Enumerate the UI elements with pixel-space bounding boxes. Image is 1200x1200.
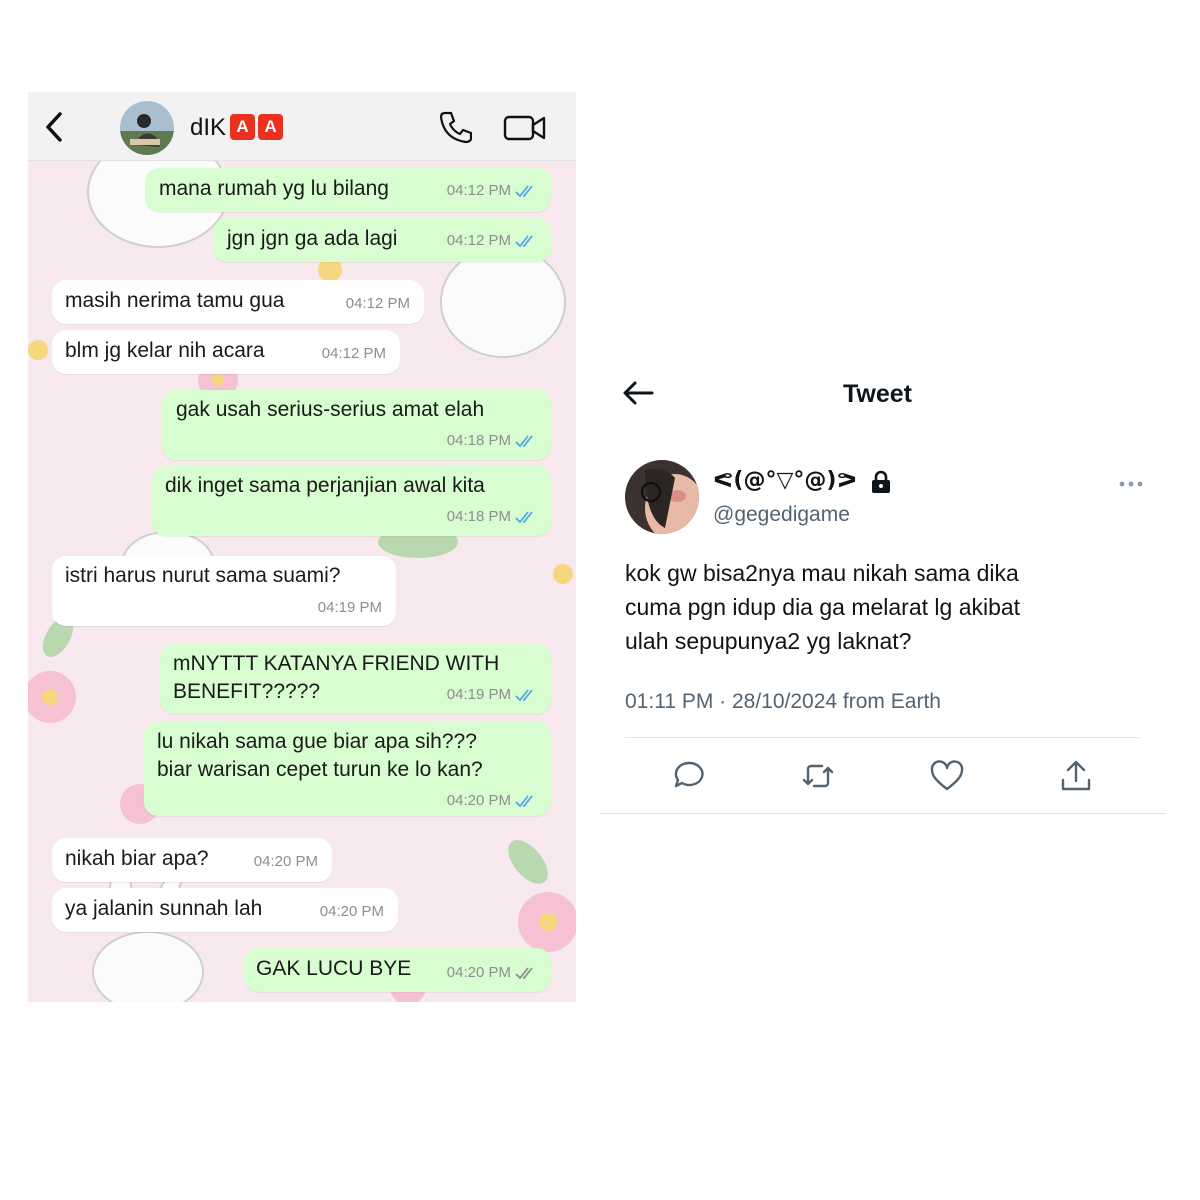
share-icon[interactable] — [1058, 758, 1094, 794]
reply-icon[interactable] — [671, 758, 707, 794]
delivered-receipt-icon — [515, 966, 533, 979]
a-button-emoji: A — [258, 114, 283, 140]
message-time: 04:12 PM — [345, 295, 410, 312]
message-time: 04:12 PM — [446, 232, 511, 249]
message-bubble[interactable]: blm jg kelar nih acara 04:12 PM — [52, 330, 400, 374]
message-time: 04:20 PM — [253, 853, 318, 870]
user-handle[interactable]: @gegedigame — [713, 503, 850, 527]
read-receipt-icon — [515, 234, 533, 247]
divider — [625, 737, 1140, 738]
message-text: masih nerima tamu gua — [65, 289, 285, 312]
message-time: 04:18 PM — [446, 432, 511, 449]
name-emoji-badges: A A — [230, 114, 283, 140]
chat-screenshot: dIK A A mana rumah yg lu bilang 04:12 PM… — [28, 92, 576, 1002]
tweet-text-line: ulah sepupunya2 yg laknat? — [625, 628, 912, 654]
message-text: mana rumah yg lu bilang — [159, 177, 389, 200]
message-bubble[interactable]: GAK LUCU BYE 04:20 PM — [244, 948, 551, 992]
message-time: 04:20 PM — [446, 964, 511, 981]
message-time: 04:20 PM — [319, 903, 384, 920]
read-receipt-icon — [515, 794, 533, 807]
divider — [600, 813, 1166, 814]
more-options-icon[interactable] — [1118, 477, 1144, 491]
message-text: jgn jgn ga ada lagi — [227, 227, 398, 250]
video-call-icon[interactable] — [502, 112, 548, 144]
message-text: gak usah serius-serius amat elah — [176, 398, 485, 421]
message-text: blm jg kelar nih acara — [65, 339, 265, 362]
user-avatar[interactable] — [625, 460, 699, 534]
message-bubble[interactable]: gak usah serius-serius amat elah 04:18 P… — [162, 390, 551, 460]
back-arrow-icon[interactable] — [620, 378, 656, 408]
tweet-text-line: kok gw bisa2nya mau nikah sama dika — [625, 560, 1019, 586]
a-button-emoji: A — [230, 114, 255, 140]
message-text: GAK LUCU BYE — [256, 957, 412, 980]
message-bubble[interactable]: jgn jgn ga ada lagi 04:12 PM — [213, 218, 551, 262]
display-name[interactable]: ᕙ(@°▽°@)ᕗ — [713, 468, 857, 493]
retweet-icon[interactable] — [800, 758, 836, 794]
message-bubble[interactable]: ya jalanin sunnah lah 04:20 PM — [52, 888, 398, 932]
like-icon[interactable] — [929, 758, 965, 794]
read-receipt-icon — [515, 510, 533, 523]
tweet-text: kok gw bisa2nya mau nikah sama dika cuma… — [625, 556, 1145, 658]
message-bubble[interactable]: nikah biar apa? 04:20 PM — [52, 838, 332, 882]
message-text: nikah biar apa? — [65, 847, 209, 870]
message-text: dik inget sama perjanjian awal kita — [165, 474, 485, 497]
page-title: Tweet — [843, 380, 912, 408]
chat-header: dIK A A — [28, 92, 576, 161]
back-arrow-icon[interactable] — [40, 110, 68, 144]
message-time: 04:18 PM — [446, 508, 511, 525]
phone-call-icon[interactable] — [438, 110, 472, 144]
message-time: 04:12 PM — [446, 182, 511, 199]
message-time: 04:19 PM — [446, 686, 511, 703]
message-bubble[interactable]: istri harus nurut sama suami? 04:19 PM — [52, 556, 396, 626]
message-text: lu nikah sama gue biar apa sih??? biar w… — [157, 730, 483, 781]
read-receipt-icon — [515, 184, 533, 197]
message-bubble[interactable]: lu nikah sama gue biar apa sih??? biar w… — [144, 722, 551, 816]
tweet-timestamp: 01:11 PM · 28/10/2024 from Earth — [625, 690, 941, 713]
contact-name[interactable]: dIK — [190, 114, 226, 142]
lock-icon — [872, 470, 890, 493]
contact-avatar[interactable] — [120, 101, 174, 155]
message-bubble[interactable]: mana rumah yg lu bilang 04:12 PM — [145, 168, 551, 212]
message-time: 04:12 PM — [321, 345, 386, 362]
message-time: 04:19 PM — [317, 599, 382, 616]
message-text: ya jalanin sunnah lah — [65, 897, 263, 920]
tweet-text-line: cuma pgn idup dia ga melarat lg akibat — [625, 594, 1021, 620]
read-receipt-icon — [515, 688, 533, 701]
read-receipt-icon — [515, 434, 533, 447]
message-bubble[interactable]: dik inget sama perjanjian awal kita 04:1… — [152, 466, 551, 536]
message-text: istri harus nurut sama suami? — [65, 564, 341, 587]
message-time: 04:20 PM — [446, 792, 511, 809]
message-bubble[interactable]: masih nerima tamu gua 04:12 PM — [52, 280, 424, 324]
message-bubble[interactable]: mNYTTT KATANYA FRIEND WITH BENEFIT????? … — [160, 644, 551, 714]
